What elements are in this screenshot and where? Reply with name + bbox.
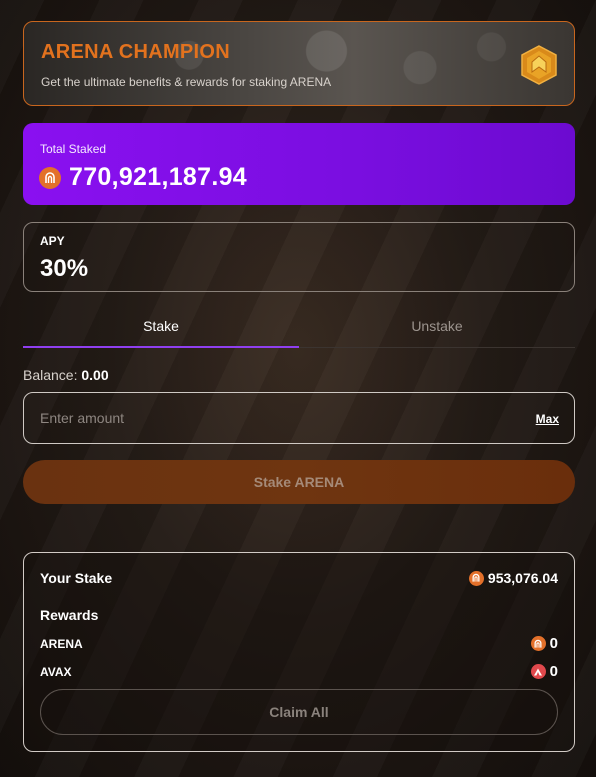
your-stake-card: Your Stake 953,076.04 Rewards ARENA 0 AV… — [23, 552, 575, 752]
balance-label: Balance: — [23, 367, 78, 383]
reward-row-avax: AVAX 0 — [40, 663, 558, 680]
balance-value: 0.00 — [81, 367, 109, 383]
amount-input[interactable] — [40, 393, 480, 443]
staking-panel: ARENA CHAMPION Get the ultimate benefits… — [23, 21, 575, 752]
reward-row-arena: ARENA 0 — [40, 635, 558, 652]
reward-amount-avax: 0 — [530, 663, 558, 680]
arena-token-icon — [530, 636, 546, 651]
reward-value-arena: 0 — [549, 635, 558, 652]
reward-token-avax: AVAX — [40, 664, 72, 679]
banner-subtitle: Get the ultimate benefits & rewards for … — [41, 75, 332, 89]
total-staked-label: Total Staked — [40, 142, 107, 156]
total-staked-value: 770,921,187.94 — [69, 163, 247, 191]
arena-champion-banner: ARENA CHAMPION Get the ultimate benefits… — [23, 21, 575, 106]
your-stake-value: 953,076.04 — [487, 570, 558, 586]
champion-badge-icon — [520, 45, 558, 85]
amount-field: Max — [23, 392, 575, 444]
max-button[interactable]: Max — [536, 412, 559, 426]
active-tab-indicator — [23, 346, 299, 348]
apy-card: APY 30% — [23, 222, 575, 292]
stake-arena-button[interactable]: Stake ARENA — [23, 460, 575, 504]
apy-value: 30% — [40, 255, 89, 282]
balance-row: Balance: 0.00 — [23, 367, 575, 383]
total-staked-row: 770,921,187.94 — [39, 163, 247, 192]
tab-stake[interactable]: Stake — [23, 318, 299, 334]
apy-label: APY — [40, 234, 65, 248]
arena-token-icon — [39, 166, 61, 189]
tab-unstake[interactable]: Unstake — [299, 318, 575, 334]
rewards-header: Rewards — [40, 607, 558, 623]
your-stake-row: Your Stake 953,076.04 — [40, 570, 558, 586]
reward-value-avax: 0 — [549, 663, 558, 680]
claim-all-button[interactable]: Claim All — [40, 689, 558, 735]
banner-title: ARENA CHAMPION — [41, 41, 231, 63]
total-staked-card: Total Staked 770,921,187.94 — [23, 123, 575, 205]
your-stake-amount: 953,076.04 — [468, 570, 558, 586]
avax-token-icon — [530, 664, 546, 679]
rewards-label: Rewards — [40, 607, 99, 623]
your-stake-label: Your Stake — [40, 570, 113, 586]
reward-amount-arena: 0 — [530, 635, 558, 652]
stake-tabs: Stake Unstake — [23, 292, 575, 348]
arena-token-icon — [468, 570, 484, 586]
reward-token-arena: ARENA — [40, 636, 83, 651]
